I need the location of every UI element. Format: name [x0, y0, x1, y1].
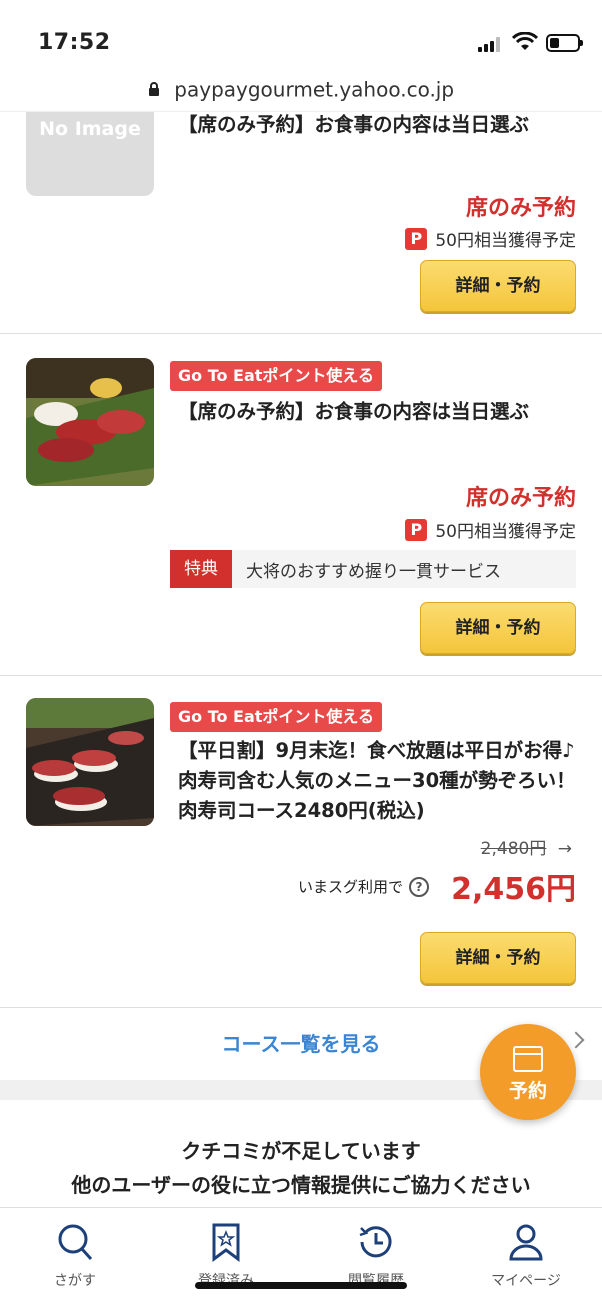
no-image-text: No Image: [39, 118, 141, 140]
search-icon: [58, 1224, 93, 1261]
review-notice: クチコミが不足しています 他のユーザーの役に立つ情報提供にご協力ください: [0, 1134, 602, 1202]
wifi-icon: [512, 32, 538, 50]
user-icon: [509, 1224, 543, 1261]
sushi-photo: [26, 358, 154, 486]
battery-icon: [546, 34, 583, 52]
meat-sushi-photo: [26, 698, 154, 826]
points-text: 50円相当獲得予定: [435, 231, 576, 251]
nav-mypage[interactable]: マイページ: [451, 1208, 601, 1303]
nav-search[interactable]: さがす: [0, 1208, 150, 1303]
points-text: 50円相当獲得予定: [435, 522, 576, 542]
perk-banner: 特典 大将のおすすめ握り一貫サービス: [170, 550, 576, 588]
perk-tag: 特典: [170, 550, 232, 588]
url-text: paypaygourmet.yahoo.co.jp: [174, 77, 455, 102]
paypay-icon: P: [405, 227, 428, 250]
lock-icon: [148, 82, 159, 96]
status-bar: 17:52: [0, 0, 602, 80]
instant-use-label: いまスグ利用で ?: [298, 876, 430, 897]
course-photo[interactable]: [26, 358, 154, 486]
course-list-link-text: コース一覧を見る: [221, 1032, 381, 1056]
nav-mypage-label: マイページ: [491, 1273, 561, 1289]
course-photo[interactable]: [26, 698, 154, 826]
arrow-right-icon: →: [557, 839, 572, 859]
goto-eat-badge: Go To Eatポイント使える: [170, 702, 382, 732]
no-image-placeholder: No Image: [26, 112, 154, 196]
instant-use-text: いまスグ利用で: [298, 878, 404, 896]
price-type: 席のみ予約: [465, 196, 576, 221]
paypay-points: P 50円相当獲得予定: [405, 517, 576, 542]
cellular-signal-icon: [478, 36, 504, 52]
paypay-icon: P: [405, 518, 428, 541]
detail-reserve-button[interactable]: 詳細・予約: [420, 932, 576, 984]
price-type: 席のみ予約: [465, 486, 576, 511]
perk-text: 大将のおすすめ握り一貫サービス: [246, 561, 501, 582]
home-indicator[interactable]: [195, 1282, 407, 1289]
original-price: 2,480円 →: [481, 834, 572, 859]
reserve-fab-button[interactable]: 予約: [480, 1024, 576, 1120]
detail-reserve-button[interactable]: 詳細・予約: [420, 602, 576, 654]
browser-url-bar[interactable]: paypaygourmet.yahoo.co.jp: [0, 76, 602, 112]
detail-reserve-button[interactable]: 詳細・予約: [420, 260, 576, 312]
history-clock-icon: [359, 1226, 392, 1258]
course-card: Go To Eatポイント使える 【平日割】9月末迄！食べ放題は平日がお得♪肉寿…: [0, 676, 602, 1008]
discount-price: 2,456円: [451, 872, 576, 907]
review-notice-line2: 他のユーザーの役に立つ情報提供にご協力ください: [71, 1173, 531, 1197]
old-price: 2,480円: [480, 839, 547, 859]
help-question-icon[interactable]: ?: [409, 876, 430, 897]
review-notice-line1: クチコミが不足しています: [181, 1139, 421, 1163]
bookmark-star-icon: [212, 1223, 240, 1262]
status-time: 17:52: [38, 30, 111, 55]
course-title[interactable]: 【平日割】9月末迄！食べ放題は平日がお得♪肉寿司含む人気のメニュー30種が勢ぞろ…: [178, 736, 578, 826]
paypay-points: P 50円相当獲得予定: [405, 226, 576, 251]
calendar-icon: [513, 1046, 543, 1072]
chevron-right-icon: [567, 1031, 585, 1049]
course-card: No Image 【席のみ予約】お食事の内容は当日選ぶ 席のみ予約 P 50円相…: [0, 112, 602, 334]
goto-eat-badge: Go To Eatポイント使える: [170, 361, 382, 391]
course-card: Go To Eatポイント使える 【席のみ予約】お食事の内容は当日選ぶ 席のみ予…: [0, 334, 602, 676]
course-title[interactable]: 【席のみ予約】お食事の内容は当日選ぶ: [178, 112, 578, 140]
reserve-fab-label: 予約: [508, 1080, 547, 1102]
nav-search-label: さがす: [54, 1273, 96, 1289]
course-title[interactable]: 【席のみ予約】お食事の内容は当日選ぶ: [178, 397, 578, 427]
